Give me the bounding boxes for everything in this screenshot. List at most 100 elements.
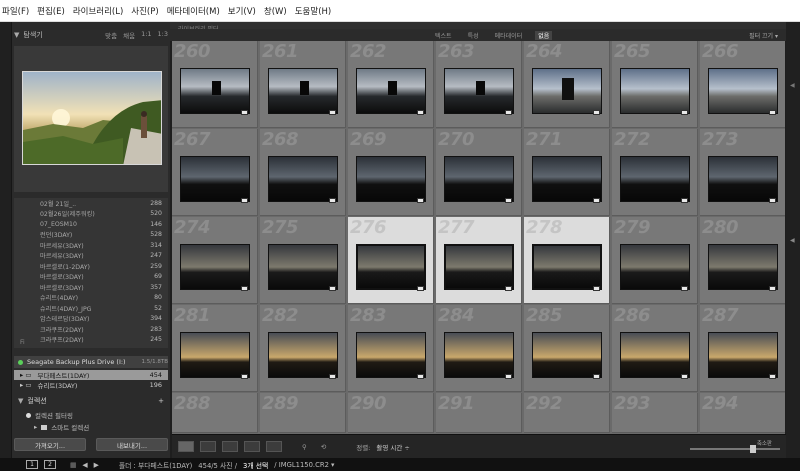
edit-badge-icon[interactable] bbox=[593, 110, 600, 115]
spray-can-icon[interactable]: ⚲ bbox=[302, 443, 307, 451]
menu-photo[interactable]: 사진(P) bbox=[131, 5, 158, 17]
collection-item[interactable]: 컬렉션 필터링 bbox=[14, 410, 168, 420]
photo-thumbnail[interactable] bbox=[444, 244, 514, 290]
photo-thumbnail[interactable] bbox=[444, 68, 514, 114]
photo-thumbnail[interactable] bbox=[708, 68, 778, 114]
photo-cell[interactable]: 284 bbox=[436, 305, 522, 392]
back-arrow-icon[interactable]: ◀ bbox=[82, 461, 87, 469]
photo-thumbnail[interactable] bbox=[356, 244, 426, 290]
photo-thumbnail[interactable] bbox=[708, 332, 778, 378]
photo-thumbnail[interactable] bbox=[532, 332, 602, 378]
photo-thumbnail[interactable] bbox=[268, 68, 338, 114]
photo-cell[interactable]: 261 bbox=[260, 41, 346, 128]
photo-cell[interactable]: 275 bbox=[260, 217, 346, 304]
photo-cell[interactable]: 286 bbox=[612, 305, 698, 392]
expand-icon[interactable]: ▸ bbox=[34, 423, 37, 431]
survey-view-button[interactable] bbox=[244, 441, 260, 452]
folder-item[interactable]: 마르세유(3DAY) 247 bbox=[14, 251, 168, 262]
thumbnail-size-slider[interactable] bbox=[690, 445, 780, 453]
photo-thumbnail[interactable] bbox=[620, 156, 690, 202]
export-button[interactable]: 내보내기... bbox=[96, 438, 168, 451]
photo-cell[interactable]: 278 bbox=[524, 217, 610, 304]
photo-thumbnail[interactable] bbox=[444, 156, 514, 202]
photo-thumbnail[interactable] bbox=[620, 68, 690, 114]
photo-thumbnail[interactable] bbox=[268, 332, 338, 378]
photo-cell[interactable]: 282 bbox=[260, 305, 346, 392]
collapse-icon[interactable]: ▼ bbox=[18, 397, 23, 405]
slider-knob[interactable] bbox=[750, 445, 756, 453]
chevron-left-icon[interactable]: ◀ bbox=[790, 237, 795, 244]
edit-badge-icon[interactable] bbox=[417, 374, 424, 379]
photo-cell[interactable]: 263 bbox=[436, 41, 522, 128]
photo-cell[interactable]: 281 bbox=[172, 305, 258, 392]
photo-cell[interactable]: 293 bbox=[612, 393, 698, 433]
folder-item[interactable]: 07_EOSM10 146 bbox=[14, 219, 168, 230]
photo-thumbnail[interactable] bbox=[180, 332, 250, 378]
right-panel-toggle[interactable]: ◀ ◀ bbox=[786, 22, 800, 458]
menu-library[interactable]: 라이브러리(L) bbox=[73, 5, 123, 17]
photo-thumbnail[interactable] bbox=[620, 332, 690, 378]
edit-badge-icon[interactable] bbox=[241, 198, 248, 203]
menu-help[interactable]: 도움말(H) bbox=[295, 5, 331, 17]
photo-thumbnail[interactable] bbox=[708, 244, 778, 290]
photo-cell[interactable]: 279 bbox=[612, 217, 698, 304]
navigator-header[interactable]: ▼ 탐색기 맞춤 채움 1:1 1:3 bbox=[14, 28, 168, 42]
collections-header[interactable]: ▼ 컬렉션 + bbox=[14, 395, 168, 407]
edit-badge-icon[interactable] bbox=[417, 110, 424, 115]
edit-badge-icon[interactable] bbox=[593, 374, 600, 379]
source-folder[interactable]: 폴더 : 부다페스트(1DAY) bbox=[119, 460, 192, 470]
filter-tab-text[interactable]: 텍스트 bbox=[432, 31, 455, 40]
filter-tab-none[interactable]: 없음 bbox=[535, 30, 553, 40]
menu-view[interactable]: 보기(V) bbox=[228, 5, 256, 17]
folder-item[interactable]: 바르셀로(3DAY) 357 bbox=[14, 282, 168, 293]
monitor-2-button[interactable]: 2 bbox=[44, 460, 56, 469]
photo-cell[interactable]: 265 bbox=[612, 41, 698, 128]
photo-cell[interactable]: 260 bbox=[172, 41, 258, 128]
photo-cell[interactable]: 294 bbox=[700, 393, 785, 433]
folder-item-selected[interactable]: ▸ ▭ 부다페스트(1DAY) 454 bbox=[14, 370, 168, 380]
photo-thumbnail[interactable] bbox=[180, 68, 250, 114]
photo-cell[interactable]: 283 bbox=[348, 305, 434, 392]
folder-item[interactable]: 바르셀로(1-2DAY) 259 bbox=[14, 261, 168, 272]
filter-off-dropdown[interactable]: 필터 끄기 ▾ bbox=[749, 31, 778, 40]
loupe-view-button[interactable] bbox=[200, 441, 216, 452]
edit-badge-icon[interactable] bbox=[241, 110, 248, 115]
photo-thumbnail[interactable] bbox=[180, 244, 250, 290]
photo-cell[interactable]: 280 bbox=[700, 217, 785, 304]
photo-thumbnail[interactable] bbox=[356, 68, 426, 114]
photo-thumbnail[interactable] bbox=[532, 244, 602, 290]
photo-thumbnail[interactable] bbox=[620, 244, 690, 290]
photo-thumbnail[interactable] bbox=[356, 332, 426, 378]
photo-thumbnail[interactable] bbox=[532, 68, 602, 114]
photo-cell[interactable]: 264 bbox=[524, 41, 610, 128]
photo-cell[interactable]: 268 bbox=[260, 129, 346, 216]
zoom-fill[interactable]: 채움 bbox=[123, 30, 135, 40]
photo-cell[interactable]: 266 bbox=[700, 41, 785, 128]
photo-cell[interactable]: 291 bbox=[436, 393, 522, 433]
folder-item[interactable]: 슈리트(4DAY)_JPG 52 bbox=[14, 303, 168, 314]
folder-item[interactable]: 암스테르담(3DAY) 394 bbox=[14, 314, 168, 325]
photo-cell[interactable]: 285 bbox=[524, 305, 610, 392]
photo-cell[interactable]: 292 bbox=[524, 393, 610, 433]
menu-metadata[interactable]: 메타데이터(M) bbox=[167, 5, 220, 17]
photo-cell[interactable]: 270 bbox=[436, 129, 522, 216]
photo-cell[interactable]: 288 bbox=[172, 393, 258, 433]
photo-thumbnail[interactable] bbox=[180, 156, 250, 202]
folder-item[interactable]: 02월 21일_.. 288 bbox=[14, 198, 168, 209]
left-panel-toggle[interactable] bbox=[0, 22, 12, 458]
edit-badge-icon[interactable] bbox=[241, 286, 248, 291]
edit-badge-icon[interactable] bbox=[417, 198, 424, 203]
menu-file[interactable]: 파일(F) bbox=[2, 5, 29, 17]
folder-item[interactable]: 런던(3DAY) 528 bbox=[14, 230, 168, 241]
edit-badge-icon[interactable] bbox=[681, 198, 688, 203]
photo-cell[interactable]: 272 bbox=[612, 129, 698, 216]
folder-item[interactable]: 바르셀로(3DAY) 69 bbox=[14, 272, 168, 283]
edit-badge-icon[interactable] bbox=[329, 198, 336, 203]
forward-arrow-icon[interactable]: ▶ bbox=[94, 461, 99, 469]
edit-badge-icon[interactable] bbox=[417, 286, 424, 291]
add-collection-icon[interactable]: + bbox=[158, 397, 164, 405]
edit-badge-icon[interactable] bbox=[593, 198, 600, 203]
folder-filter-field[interactable]: Fi bbox=[20, 339, 25, 346]
photo-cell[interactable]: 273 bbox=[700, 129, 785, 216]
edit-badge-icon[interactable] bbox=[681, 110, 688, 115]
